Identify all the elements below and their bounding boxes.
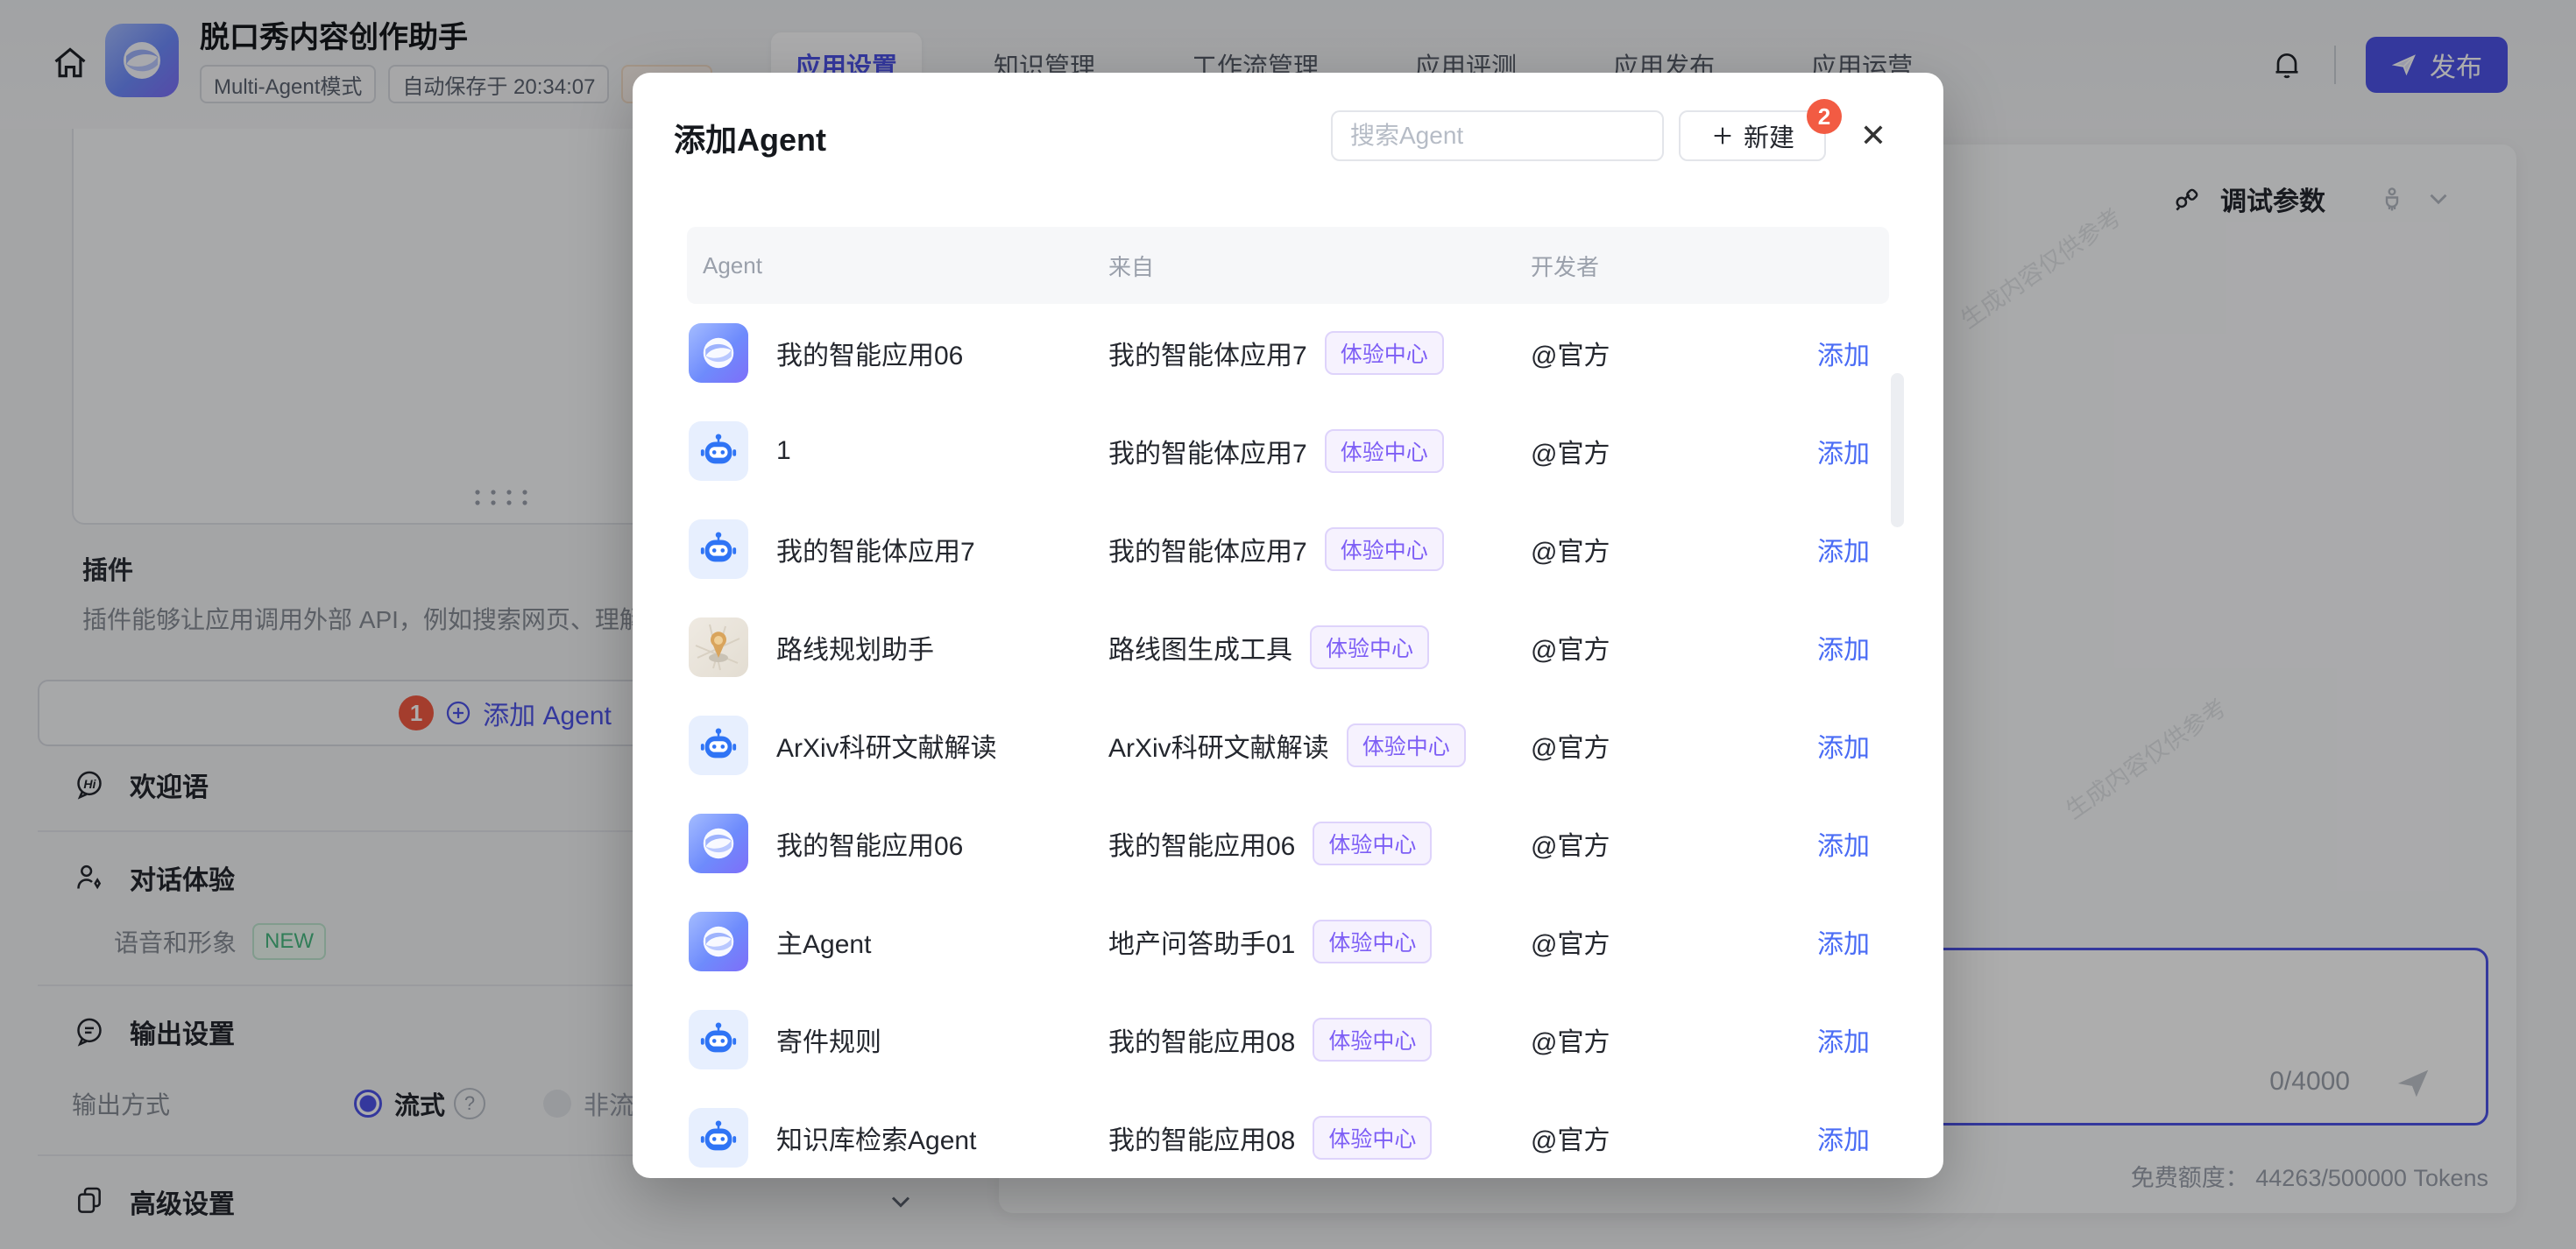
experience-center-badge: 体验中心 bbox=[1325, 331, 1444, 375]
agent-from: 我的智能体应用7 bbox=[1108, 334, 1307, 372]
add-agent-modal: 添加Agent 新建 2 ✕ Agent 来自 开发者 bbox=[633, 73, 1943, 1178]
agent-developer: @官方 bbox=[1531, 824, 1750, 863]
agent-developer: @官方 bbox=[1531, 1020, 1750, 1059]
step-badge-2: 2 bbox=[1807, 99, 1842, 134]
add-link[interactable]: 添加 bbox=[1750, 334, 1889, 372]
close-icon[interactable]: ✕ bbox=[1856, 118, 1891, 153]
agent-developer: @官方 bbox=[1531, 530, 1750, 568]
map-avatar-icon bbox=[689, 617, 748, 677]
agent-from: 我的智能应用08 bbox=[1108, 1118, 1295, 1157]
add-link[interactable]: 添加 bbox=[1750, 530, 1889, 568]
agent-from: ArXiv科研文献解读 bbox=[1108, 726, 1329, 765]
agent-from: 我的智能体应用7 bbox=[1108, 432, 1307, 470]
modal-title: 添加Agent bbox=[674, 115, 826, 160]
add-link[interactable]: 添加 bbox=[1750, 824, 1889, 863]
table-row: 知识库检索Agent 我的智能应用08 体验中心 @官方 添加 bbox=[687, 1089, 1889, 1178]
robot-avatar-icon bbox=[689, 519, 748, 579]
table-row: 寄件规则 我的智能应用08 体验中心 @官方 添加 bbox=[687, 991, 1889, 1089]
agent-search-input[interactable] bbox=[1333, 122, 1667, 150]
experience-center-badge: 体验中心 bbox=[1325, 527, 1444, 571]
app-page: 脱口秀内容创作助手 Multi-Agent模式 自动保存于 20:34:07 待… bbox=[0, 0, 2576, 1249]
agent-table-header: Agent 来自 开发者 bbox=[687, 227, 1889, 304]
add-link[interactable]: 添加 bbox=[1750, 432, 1889, 470]
experience-center-badge: 体验中心 bbox=[1313, 1018, 1432, 1062]
agent-from: 我的智能体应用7 bbox=[1108, 530, 1307, 568]
col-header-agent: Agent bbox=[687, 252, 1108, 279]
robot-avatar-icon bbox=[689, 1108, 748, 1168]
agent-name: 寄件规则 bbox=[776, 1020, 881, 1059]
swirl-avatar-icon bbox=[689, 814, 748, 873]
experience-center-badge: 体验中心 bbox=[1310, 625, 1429, 669]
experience-center-badge: 体验中心 bbox=[1313, 920, 1432, 963]
agent-name: 1 bbox=[776, 436, 791, 466]
agent-from: 我的智能应用06 bbox=[1108, 824, 1295, 863]
table-row: ArXiv科研文献解读 ArXiv科研文献解读 体验中心 @官方 添加 bbox=[687, 696, 1889, 794]
robot-avatar-icon bbox=[689, 716, 748, 775]
agent-name: 我的智能应用06 bbox=[776, 334, 963, 372]
table-row: 主Agent 地产问答助手01 体验中心 @官方 添加 bbox=[687, 893, 1889, 991]
add-link[interactable]: 添加 bbox=[1750, 628, 1889, 667]
agent-table-body: 我的智能应用06 我的智能体应用7 体验中心 @官方 添加 1 我的智能体 bbox=[687, 304, 1889, 1178]
add-link[interactable]: 添加 bbox=[1750, 922, 1889, 961]
agent-name: 我的智能应用06 bbox=[776, 824, 963, 863]
agent-developer: @官方 bbox=[1531, 922, 1750, 961]
agent-search-box bbox=[1331, 110, 1664, 161]
swirl-avatar-icon bbox=[689, 912, 748, 971]
experience-center-badge: 体验中心 bbox=[1313, 822, 1432, 865]
col-header-from: 来自 bbox=[1108, 250, 1531, 282]
agent-name: ArXiv科研文献解读 bbox=[776, 726, 997, 765]
robot-avatar-icon bbox=[689, 421, 748, 481]
agent-developer: @官方 bbox=[1531, 432, 1750, 470]
agent-from: 地产问答助手01 bbox=[1108, 922, 1295, 961]
col-header-developer: 开发者 bbox=[1531, 250, 1750, 282]
agent-developer: @官方 bbox=[1531, 1118, 1750, 1157]
new-agent-label: 新建 bbox=[1744, 117, 1794, 154]
add-link[interactable]: 添加 bbox=[1750, 1020, 1889, 1059]
agent-developer: @官方 bbox=[1531, 628, 1750, 667]
agent-name: 路线规划助手 bbox=[776, 628, 934, 667]
experience-center-badge: 体验中心 bbox=[1325, 429, 1444, 473]
agent-name: 我的智能体应用7 bbox=[776, 530, 975, 568]
table-row: 我的智能应用06 我的智能应用06 体验中心 @官方 添加 bbox=[687, 794, 1889, 893]
agent-developer: @官方 bbox=[1531, 726, 1750, 765]
robot-avatar-icon bbox=[689, 1010, 748, 1069]
agent-from: 我的智能应用08 bbox=[1108, 1020, 1295, 1059]
table-row: 我的智能应用06 我的智能体应用7 体验中心 @官方 添加 bbox=[687, 304, 1889, 402]
experience-center-badge: 体验中心 bbox=[1347, 723, 1466, 767]
swirl-avatar-icon bbox=[689, 323, 748, 383]
experience-center-badge: 体验中心 bbox=[1313, 1116, 1432, 1160]
new-agent-button[interactable]: 新建 bbox=[1679, 110, 1826, 161]
add-link[interactable]: 添加 bbox=[1750, 726, 1889, 765]
add-link[interactable]: 添加 bbox=[1750, 1118, 1889, 1157]
modal-scrollbar[interactable] bbox=[1891, 373, 1904, 527]
table-row: 路线规划助手 路线图生成工具 体验中心 @官方 添加 bbox=[687, 598, 1889, 696]
table-row: 我的智能体应用7 我的智能体应用7 体验中心 @官方 添加 bbox=[687, 500, 1889, 598]
plus-icon bbox=[1710, 123, 1735, 148]
agent-developer: @官方 bbox=[1531, 334, 1750, 372]
agent-table: Agent 来自 开发者 我的智能应用06 我的智能体应用7 体验中心 @官方 … bbox=[687, 227, 1889, 1178]
table-row: 1 我的智能体应用7 体验中心 @官方 添加 bbox=[687, 402, 1889, 500]
agent-name: 主Agent bbox=[776, 922, 871, 961]
agent-from: 路线图生成工具 bbox=[1108, 628, 1292, 667]
agent-name: 知识库检索Agent bbox=[776, 1118, 976, 1157]
